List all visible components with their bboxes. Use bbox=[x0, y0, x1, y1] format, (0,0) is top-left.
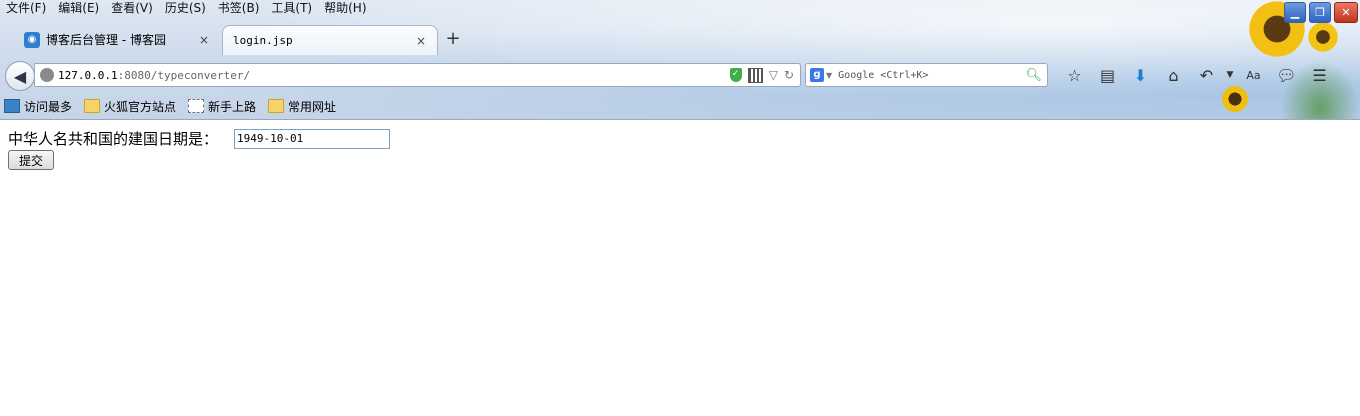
bookmark-label: 常用网址 bbox=[288, 99, 337, 114]
search-icon[interactable]: 🔍︎ bbox=[1025, 68, 1042, 83]
menu-edit[interactable]: 编辑(E) bbox=[52, 0, 105, 16]
window-controls: ▁ ❐ ✕ bbox=[1284, 2, 1358, 23]
engine-dropdown-icon[interactable]: ▼ bbox=[826, 71, 832, 80]
minimize-button[interactable]: ▁ bbox=[1284, 2, 1306, 23]
bookmarks-bar: 访问最多 火狐官方站点 新手上路 常用网址 bbox=[0, 95, 344, 117]
tab-title: login.jsp bbox=[233, 34, 293, 47]
menu-bar: 文件(F) 编辑(E) 查看(V) 历史(S) 书签(B) 工具(T) 帮助(H… bbox=[0, 0, 373, 16]
new-tab-button[interactable]: + bbox=[444, 29, 462, 49]
google-icon[interactable]: g bbox=[810, 68, 824, 82]
browser-chrome: 文件(F) 编辑(E) 查看(V) 历史(S) 书签(B) 工具(T) 帮助(H… bbox=[0, 0, 1360, 120]
undo-icon[interactable]: ↶ bbox=[1190, 62, 1223, 88]
home-icon[interactable]: ⌂ bbox=[1157, 62, 1190, 88]
navigation-bar: ◀ 127.0.0.1 :8080/typeconverter/ ✓ ▽ ↻ g… bbox=[0, 58, 1360, 92]
bookmark-firefox-site[interactable]: 火狐官方站点 bbox=[80, 98, 176, 115]
bookmark-getting-started[interactable]: 新手上路 bbox=[184, 98, 256, 115]
close-window-button[interactable]: ✕ bbox=[1334, 2, 1358, 23]
search-placeholder: Google <Ctrl+K> bbox=[838, 69, 929, 81]
menu-bookmarks[interactable]: 书签(B) bbox=[212, 0, 266, 16]
tab-strip: ◉ 博客后台管理 - 博客园 × login.jsp × + bbox=[0, 25, 1360, 55]
reload-icon[interactable]: ↻ bbox=[784, 68, 794, 82]
folder-icon bbox=[268, 99, 285, 113]
restore-button[interactable]: ❐ bbox=[1309, 2, 1331, 23]
translate-icon[interactable]: Aa bbox=[1237, 62, 1270, 88]
page-content: 中华人名共和国的建国日期是： 提交 bbox=[0, 120, 1360, 416]
dropdown-arrow-icon[interactable]: ▼ bbox=[1223, 62, 1237, 88]
search-box[interactable]: g ▼ Google <Ctrl+K> 🔍︎ bbox=[805, 63, 1048, 87]
back-button[interactable]: ◀ bbox=[5, 61, 35, 91]
tab-login-jsp[interactable]: login.jsp × bbox=[222, 25, 438, 55]
tab-blog-admin[interactable]: ◉ 博客后台管理 - 博客园 × bbox=[14, 25, 220, 54]
tab-close-icon[interactable]: × bbox=[196, 33, 212, 47]
menu-file[interactable]: 文件(F) bbox=[0, 0, 52, 16]
dropdown-arrow-icon[interactable]: ▽ bbox=[769, 68, 778, 82]
chat-icon[interactable]: 💬︎ bbox=[1270, 62, 1303, 88]
qrcode-icon[interactable] bbox=[747, 67, 763, 83]
url-path: :8080/typeconverter/ bbox=[117, 68, 251, 82]
tab-title: 博客后台管理 - 博客园 bbox=[46, 33, 166, 47]
most-visited-icon bbox=[4, 99, 20, 113]
date-label: 中华人名共和国的建国日期是： bbox=[8, 130, 219, 148]
restore-icon: ❐ bbox=[1315, 6, 1325, 19]
bookmark-common-sites[interactable]: 常用网址 bbox=[264, 98, 336, 115]
bookmark-label: 新手上路 bbox=[208, 99, 257, 114]
page-icon bbox=[188, 99, 205, 113]
bookmark-label: 火狐官方站点 bbox=[104, 99, 177, 114]
bookmark-label: 访问最多 bbox=[24, 99, 73, 114]
address-bar-icons: ✓ ▽ ↻ bbox=[729, 67, 800, 83]
reader-icon[interactable]: ▤ bbox=[1091, 62, 1124, 88]
cnblogs-favicon-icon: ◉ bbox=[24, 31, 40, 48]
url-host: 127.0.0.1 bbox=[58, 68, 118, 82]
address-bar[interactable]: 127.0.0.1 :8080/typeconverter/ ✓ ▽ ↻ bbox=[34, 63, 801, 87]
globe-icon bbox=[40, 68, 54, 82]
star-icon[interactable]: ☆ bbox=[1058, 62, 1091, 88]
menu-view[interactable]: 查看(V) bbox=[105, 0, 159, 16]
menu-tools[interactable]: 工具(T) bbox=[265, 0, 318, 16]
shield-icon[interactable]: ✓ bbox=[729, 68, 742, 82]
bookmark-most-visited[interactable]: 访问最多 bbox=[0, 98, 72, 115]
date-form-row: 中华人名共和国的建国日期是： bbox=[8, 128, 391, 149]
tab-close-icon[interactable]: × bbox=[413, 34, 429, 48]
back-arrow-icon: ◀ bbox=[13, 66, 27, 86]
date-input[interactable] bbox=[234, 128, 391, 149]
toolbar-icons: ☆ ▤ ⬇ ⌂ ↶ ▼ Aa 💬︎ ☰ bbox=[1058, 62, 1336, 88]
minimize-icon: ▁ bbox=[1290, 6, 1300, 19]
close-icon: ✕ bbox=[1341, 6, 1351, 19]
folder-icon bbox=[84, 99, 101, 113]
hamburger-icon[interactable]: ☰ bbox=[1303, 62, 1336, 88]
submit-button[interactable]: 提交 bbox=[8, 150, 55, 170]
menu-history[interactable]: 历史(S) bbox=[159, 0, 212, 16]
menu-help[interactable]: 帮助(H) bbox=[318, 0, 372, 16]
download-icon[interactable]: ⬇ bbox=[1124, 62, 1157, 88]
